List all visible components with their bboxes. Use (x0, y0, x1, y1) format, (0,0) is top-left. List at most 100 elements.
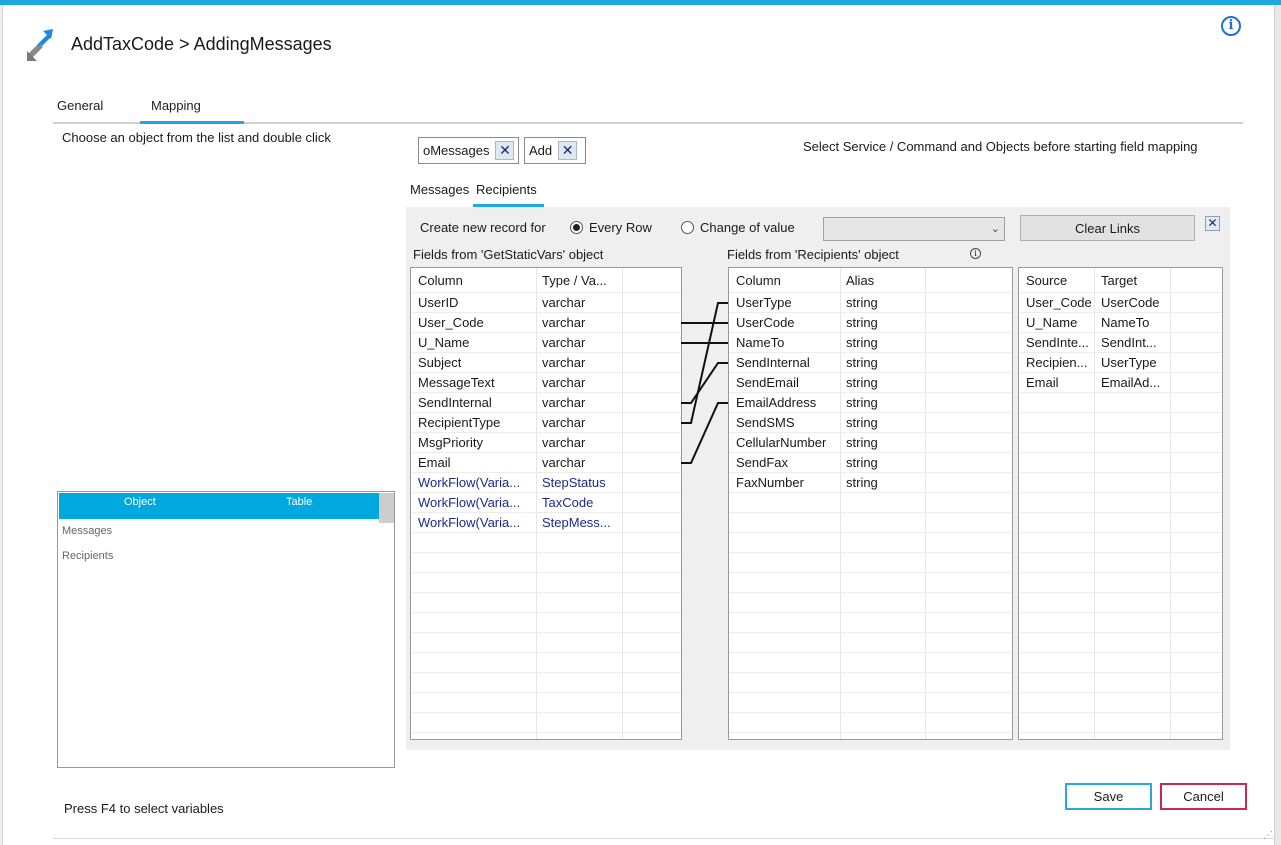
target-field-row[interactable] (729, 573, 1012, 593)
source-header-type[interactable]: Type / Va... (542, 273, 607, 288)
target-field-row[interactable]: SendFax string (729, 453, 1012, 473)
source-field-row[interactable] (411, 633, 681, 653)
table-header[interactable]: Table (286, 496, 312, 508)
mapping-row[interactable] (1019, 713, 1222, 733)
source-field-row[interactable] (411, 553, 681, 573)
mapping-header-target[interactable]: Target (1101, 273, 1137, 288)
source-field-row[interactable] (411, 653, 681, 673)
field-link-line[interactable] (681, 362, 728, 404)
object-item-recipients[interactable]: Recipients (62, 550, 113, 562)
source-field-row[interactable] (411, 673, 681, 693)
mapping-header-source[interactable]: Source (1026, 273, 1067, 288)
mapping-row[interactable]: U_Name NameTo (1019, 313, 1222, 333)
target-field-row[interactable] (729, 493, 1012, 513)
source-field-row[interactable]: U_Name varchar (411, 333, 681, 353)
radio-every-row[interactable] (570, 221, 583, 234)
mapping-row[interactable]: Recipien... UserType (1019, 353, 1222, 373)
radio-change-of-value[interactable] (681, 221, 694, 234)
source-field-row[interactable]: SendInternal varchar (411, 393, 681, 413)
source-field-row[interactable] (411, 693, 681, 713)
source-field-row[interactable] (411, 573, 681, 593)
source-field-row[interactable]: WorkFlow(Varia... StepStatus (411, 473, 681, 493)
close-mapping-icon[interactable]: ✕ (1205, 216, 1220, 231)
source-field-row[interactable] (411, 533, 681, 553)
source-field-row[interactable] (411, 613, 681, 633)
clear-links-button[interactable]: Clear Links (1020, 215, 1195, 241)
subtab-messages[interactable]: Messages (410, 182, 469, 197)
target-info-icon[interactable]: i (970, 248, 981, 259)
change-field-dropdown[interactable]: ⌄ (823, 217, 1005, 241)
remove-add-icon[interactable]: ✕ (558, 141, 578, 160)
resize-grip-icon[interactable]: ⋰ (1263, 830, 1273, 841)
target-field-row[interactable] (729, 513, 1012, 533)
target-field-row[interactable]: CellularNumber string (729, 433, 1012, 453)
target-field-row[interactable] (729, 713, 1012, 733)
mapping-row[interactable] (1019, 513, 1222, 533)
target-header-column[interactable]: Column (736, 273, 781, 288)
source-field-row[interactable]: MsgPriority varchar (411, 433, 681, 453)
mapping-row[interactable] (1019, 573, 1222, 593)
radio-change-of-value-label[interactable]: Change of value (700, 220, 795, 235)
target-field-row[interactable] (729, 673, 1012, 693)
source-field-type-cell: TaxCode (542, 495, 594, 510)
target-field-row[interactable] (729, 593, 1012, 613)
source-field-row[interactable]: RecipientType varchar (411, 413, 681, 433)
save-button[interactable]: Save (1065, 783, 1152, 810)
target-field-alias-cell: string (846, 435, 878, 450)
mapping-row[interactable]: Email EmailAd... (1019, 373, 1222, 393)
object-item-messages[interactable]: Messages (62, 525, 112, 537)
mapping-row[interactable] (1019, 693, 1222, 713)
field-link-line[interactable] (681, 402, 728, 464)
mapping-row[interactable] (1019, 413, 1222, 433)
mapping-row[interactable] (1019, 613, 1222, 633)
target-field-row[interactable] (729, 613, 1012, 633)
object-list-scrollbar[interactable] (379, 493, 394, 523)
source-field-row[interactable]: Subject varchar (411, 353, 681, 373)
remove-omessages-icon[interactable]: ✕ (495, 141, 515, 160)
mapping-row[interactable] (1019, 453, 1222, 473)
mapping-row[interactable] (1019, 473, 1222, 493)
object-header[interactable]: Object (124, 496, 156, 508)
mapping-row[interactable] (1019, 533, 1222, 553)
source-field-row[interactable]: Email varchar (411, 453, 681, 473)
source-field-row[interactable] (411, 593, 681, 613)
target-field-row[interactable] (729, 653, 1012, 673)
target-field-row[interactable]: SendSMS string (729, 413, 1012, 433)
target-field-row[interactable]: UserType string (729, 293, 1012, 313)
target-field-row[interactable]: NameTo string (729, 333, 1012, 353)
cancel-button[interactable]: Cancel (1160, 783, 1247, 810)
mapping-row[interactable] (1019, 393, 1222, 413)
target-field-row[interactable] (729, 693, 1012, 713)
mapping-row[interactable]: SendInte... SendInt... (1019, 333, 1222, 353)
source-header-column[interactable]: Column (418, 273, 463, 288)
info-icon[interactable]: i (1221, 16, 1241, 36)
target-field-row[interactable]: SendEmail string (729, 373, 1012, 393)
source-field-row[interactable]: User_Code varchar (411, 313, 681, 333)
source-field-type-cell: varchar (542, 415, 586, 430)
source-field-row[interactable]: UserID varchar (411, 293, 681, 313)
radio-every-row-label[interactable]: Every Row (589, 220, 652, 235)
mapping-row[interactable] (1019, 553, 1222, 573)
target-field-row[interactable]: EmailAddress string (729, 393, 1012, 413)
subtab-recipients[interactable]: Recipients (476, 182, 537, 197)
tab-mapping[interactable]: Mapping (151, 98, 201, 113)
source-field-row[interactable] (411, 713, 681, 733)
mapping-row[interactable] (1019, 493, 1222, 513)
mapping-row[interactable] (1019, 433, 1222, 453)
mapping-row[interactable]: User_Code UserCode (1019, 293, 1222, 313)
target-field-row[interactable] (729, 553, 1012, 573)
source-field-row[interactable]: MessageText varchar (411, 373, 681, 393)
target-field-row[interactable] (729, 533, 1012, 553)
target-header-alias[interactable]: Alias (846, 273, 874, 288)
mapping-row[interactable] (1019, 593, 1222, 613)
target-field-row[interactable]: SendInternal string (729, 353, 1012, 373)
source-field-row[interactable]: WorkFlow(Varia... TaxCode (411, 493, 681, 513)
target-field-row[interactable]: FaxNumber string (729, 473, 1012, 493)
source-field-row[interactable]: WorkFlow(Varia... StepMess... (411, 513, 681, 533)
mapping-row[interactable] (1019, 653, 1222, 673)
mapping-row[interactable] (1019, 633, 1222, 653)
target-field-row[interactable]: UserCode string (729, 313, 1012, 333)
tab-general[interactable]: General (57, 98, 103, 113)
target-field-row[interactable] (729, 633, 1012, 653)
mapping-row[interactable] (1019, 673, 1222, 693)
